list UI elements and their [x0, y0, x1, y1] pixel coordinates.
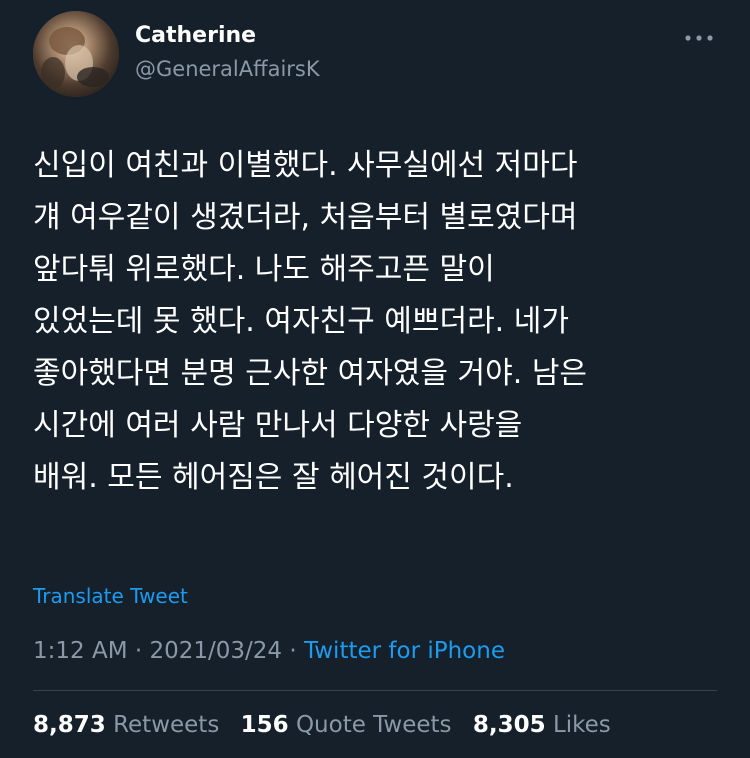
divider	[33, 690, 717, 691]
tweet-line: 배워. 모든 헤어짐은 잘 헤어진 것이다.	[33, 460, 514, 495]
translate-tweet-link[interactable]: Translate Tweet	[33, 584, 188, 608]
tweet-metadata: 1:12 AM · 2021/03/24 · Twitter for iPhon…	[33, 638, 505, 664]
engagement-stats: 8,873 Retweets 156 Quote Tweets 8,305 Li…	[33, 712, 625, 738]
user-handle[interactable]: @GeneralAffairsK	[135, 57, 320, 81]
more-horizontal-icon	[685, 35, 713, 41]
quote-tweets-stat[interactable]: 156 Quote Tweets	[241, 712, 452, 738]
source-link[interactable]: Twitter for iPhone	[304, 638, 505, 664]
meta-separator: ·	[289, 638, 297, 664]
tweet-line: 있었는데 못 했다. 여자친구 예쁘더라. 네가	[33, 304, 569, 339]
quote-tweets-count: 156	[240, 712, 289, 738]
tweet-date[interactable]: 2021/03/24	[149, 638, 282, 664]
tweet-time[interactable]: 1:12 AM	[33, 638, 128, 664]
likes-count: 8,305	[472, 712, 546, 738]
avatar[interactable]	[33, 11, 119, 97]
meta-separator: ·	[134, 638, 143, 664]
tweet-line: 걔 여우같이 생겼더라, 처음부터 별로였다며	[33, 200, 578, 235]
tweet-line: 앞다퉈 위로했다. 나도 해주고픈 말이	[33, 252, 495, 287]
more-options-button[interactable]	[682, 26, 716, 50]
retweets-count: 8,873	[33, 712, 106, 738]
tweet-text: 신입이 여친과 이별했다. 사무실에선 저마다 걔 여우같이 생겼더라, 처음부…	[33, 140, 723, 504]
retweets-stat[interactable]: 8,873 Retweets	[33, 712, 219, 738]
tweet-line: 신입이 여친과 이별했다. 사무실에선 저마다	[33, 148, 578, 183]
tweet-line: 시간에 여러 사람 만나서 다양한 사랑을	[33, 408, 523, 443]
likes-label: Likes	[552, 712, 611, 738]
likes-stat[interactable]: 8,305 Likes	[473, 712, 611, 738]
display-name[interactable]: Catherine	[135, 23, 256, 48]
tweet-line: 좋아했다면 분명 근사한 여자였을 거야. 남은	[33, 356, 588, 391]
retweets-label: Retweets	[113, 712, 220, 738]
quote-tweets-label: Quote Tweets	[295, 712, 452, 738]
avatar-image	[33, 11, 119, 97]
